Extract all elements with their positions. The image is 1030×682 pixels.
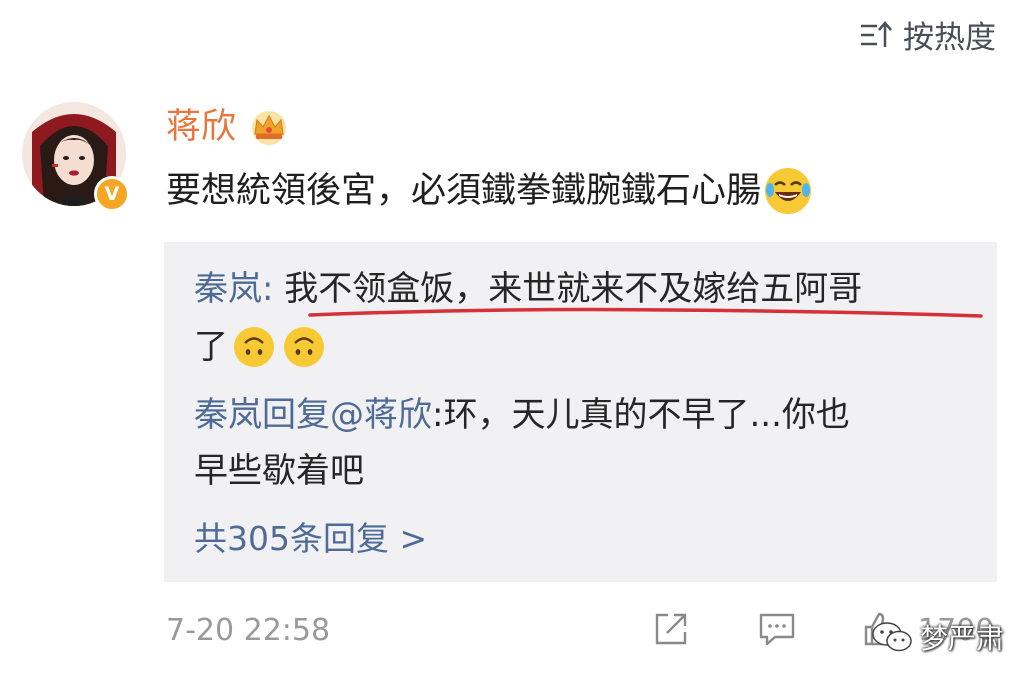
reply-2-text: :环，天儿真的不早了...你也 [432, 395, 850, 435]
author-name[interactable]: 蒋欣 [166, 103, 236, 151]
watermark: 梦严肃 [870, 617, 1004, 657]
crown-icon [252, 111, 287, 145]
comment-body: 要想統領後宮，必須鐵拳鐵腕鐵石心腸 [166, 171, 762, 211]
sort-icon [861, 20, 892, 47]
comment-timestamp: 7-20 22:58 [166, 613, 331, 648]
author-row: 蒋欣 [166, 103, 290, 151]
verified-badge: V [94, 176, 130, 212]
reply-2-line-1: 秦岚回复@蒋欣:环，天儿真的不早了...你也 [194, 390, 850, 440]
sort-by-hot-button[interactable]: 按热度 [859, 12, 996, 57]
red-underline-annotation [308, 307, 983, 318]
upside-down-face-emoji [234, 327, 274, 367]
reply-2-text-continued: 早些歇着吧 [194, 451, 364, 491]
reply-1-text-continued: 了 [194, 327, 228, 367]
reply-1-line-2: 了 [194, 322, 334, 372]
view-all-replies-link[interactable]: 共305条回复 > [194, 514, 427, 564]
replies-preview[interactable]: 秦岚: 我不领盒饭，来世就来不及嫁给五阿哥 了 秦岚回复@蒋欣:环，天儿真的不早… [164, 242, 997, 582]
weibo-comment-screen: 按热度 V 蒋欣 要想統領後宮，必須鐵拳鐵腕鐵石心腸 秦岚: 我不领盒饭，来世就… [0, 0, 1030, 682]
comment-text: 要想統領後宮，必須鐵拳鐵腕鐵石心腸 [166, 166, 812, 216]
reply-1-text: 我不领盒饭，来世就来不及嫁给五阿哥 [284, 269, 863, 309]
laughing-tears-emoji [765, 168, 812, 214]
watermark-text: 梦严肃 [920, 622, 1005, 655]
reply-1-username[interactable]: 秦岚 [194, 269, 262, 309]
sort-label: 按热度 [903, 20, 996, 56]
wechat-icon [872, 622, 912, 652]
upside-down-face-emoji [284, 327, 324, 367]
reply-2-username[interactable]: 秦岚回复@蒋欣 [194, 395, 432, 435]
comment-icon[interactable] [757, 610, 797, 648]
reply-2-line-2: 早些歇着吧 [194, 446, 364, 496]
share-icon[interactable] [652, 610, 690, 648]
reply-1-separator: : [262, 269, 285, 309]
